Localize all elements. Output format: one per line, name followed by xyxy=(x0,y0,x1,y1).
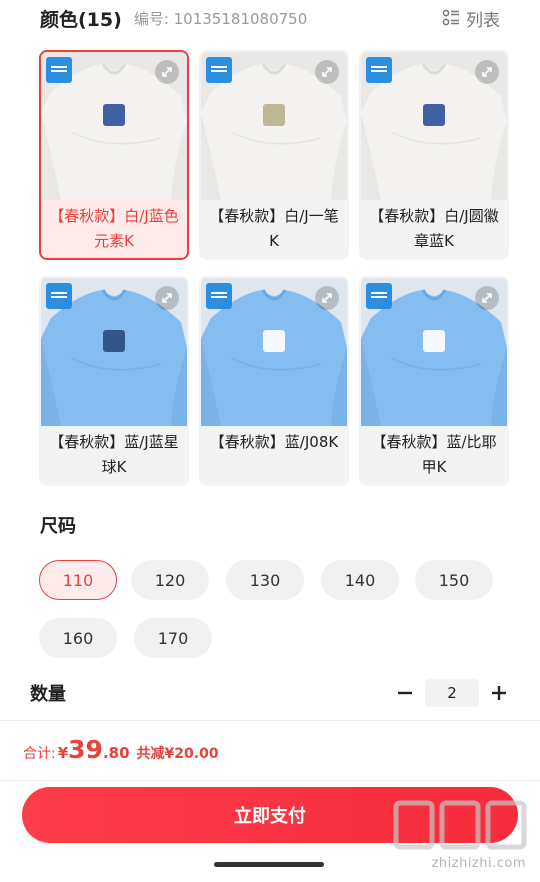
price-decimal: .80 xyxy=(102,744,130,762)
color-option[interactable]: 【春秋款】蓝/比耶甲K xyxy=(359,276,509,486)
list-icon xyxy=(442,9,459,26)
size-option-130[interactable]: 130 xyxy=(226,560,304,600)
color-option-label: 【春秋款】蓝/J蓝星球K xyxy=(49,433,179,476)
brand-logo-icon xyxy=(206,57,232,83)
color-option[interactable]: 【春秋款】蓝/J蓝星球K xyxy=(39,276,189,486)
price-integer: 39 xyxy=(68,735,103,764)
divider xyxy=(0,720,540,721)
brand-logo-icon xyxy=(366,57,392,83)
size-title: 尺码 xyxy=(40,516,76,537)
price-currency: ¥ xyxy=(57,744,69,762)
size-option-120[interactable]: 120 xyxy=(131,560,209,600)
color-option[interactable]: 【春秋款】白/J一笔K xyxy=(199,50,349,260)
size-option-170[interactable]: 170 xyxy=(134,618,212,658)
color-option[interactable]: 【春秋款】蓝/J08K xyxy=(199,276,349,486)
color-option-label: 【春秋款】蓝/比耶甲K xyxy=(371,433,497,476)
home-indicator xyxy=(214,862,324,867)
size-option-110[interactable]: 110 xyxy=(39,560,117,600)
pay-now-label: 立即支付 xyxy=(234,806,306,827)
watermark-text: zhizhizhi.com xyxy=(431,856,526,871)
brand-logo-icon xyxy=(46,57,72,83)
color-section-header: 颜色(15) 编号: 10135181080750 列表 xyxy=(40,4,500,32)
color-option-label: 【春秋款】蓝/J08K xyxy=(209,433,339,451)
color-option[interactable]: 【春秋款】白/J圆徽章蓝K xyxy=(359,50,509,260)
increase-button[interactable] xyxy=(488,682,510,704)
expand-icon[interactable] xyxy=(475,286,499,310)
total-label: 合计: xyxy=(23,746,56,762)
watermark-logo xyxy=(393,800,527,850)
expand-icon[interactable] xyxy=(155,60,179,84)
decrease-button[interactable] xyxy=(394,682,416,704)
quantity-row: 数量 2 xyxy=(30,676,510,710)
color-title: 颜色(15) xyxy=(40,8,122,31)
total-row: 合计: ¥ 39 .80 共减¥20.00 xyxy=(23,735,219,769)
size-option-160[interactable]: 160 xyxy=(39,618,117,658)
expand-icon[interactable] xyxy=(155,286,179,310)
brand-logo-icon xyxy=(206,283,232,309)
quantity-input[interactable]: 2 xyxy=(425,679,479,707)
plus-icon xyxy=(492,686,506,700)
quantity-label: 数量 xyxy=(30,684,66,705)
color-option-label: 【春秋款】白/J圆徽章蓝K xyxy=(369,207,499,250)
brand-logo-icon xyxy=(366,283,392,309)
expand-icon[interactable] xyxy=(315,60,339,84)
expand-icon[interactable] xyxy=(475,60,499,84)
view-toggle-label: 列表 xyxy=(466,10,500,31)
expand-icon[interactable] xyxy=(315,286,339,310)
product-code: 编号: 10135181080750 xyxy=(133,9,308,28)
minus-icon xyxy=(398,691,412,695)
size-option-140[interactable]: 140 xyxy=(321,560,399,600)
quantity-stepper: 2 xyxy=(394,676,510,710)
saving-amount: 共减¥20.00 xyxy=(136,746,219,762)
list-view-toggle[interactable]: 列表 xyxy=(442,4,500,32)
color-option-label: 【春秋款】白/J蓝色元素K xyxy=(49,207,179,250)
brand-logo-icon xyxy=(46,283,72,309)
divider xyxy=(0,780,540,781)
color-option[interactable]: 【春秋款】白/J蓝色元素K xyxy=(39,50,189,260)
size-option-150[interactable]: 150 xyxy=(415,560,493,600)
color-option-label: 【春秋款】白/J一笔K xyxy=(209,207,339,250)
